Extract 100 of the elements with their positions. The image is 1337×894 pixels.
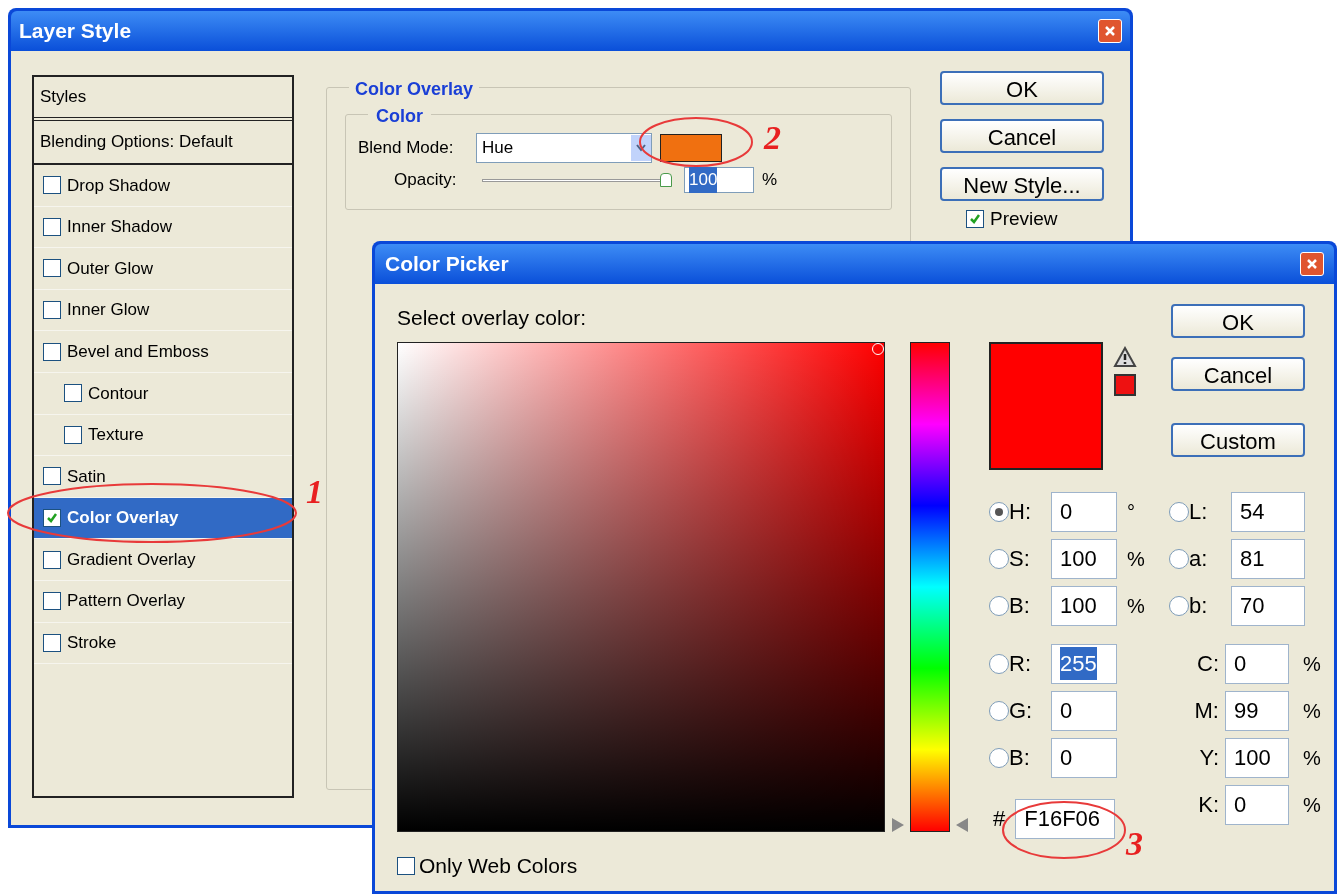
field-label: Blend Mode: [358, 137, 455, 160]
style-list-item[interactable]: Satin [34, 456, 292, 498]
slider-thumb[interactable] [660, 173, 672, 187]
field-label: Opacity: [394, 169, 458, 192]
field-label: Y: [1198, 744, 1220, 772]
checkbox[interactable] [43, 509, 61, 528]
checkbox[interactable] [43, 176, 61, 195]
hex-field[interactable]: F16F06 [1015, 798, 1116, 839]
unit-label: % [1303, 651, 1321, 677]
close-button[interactable] [1098, 19, 1122, 43]
radio-button[interactable] [989, 501, 1009, 522]
opacity-field[interactable]: 100 [684, 167, 754, 193]
radio-button[interactable] [989, 653, 1009, 674]
checkbox[interactable] [43, 550, 61, 569]
style-label: Bevel and Emboss [67, 340, 209, 363]
gamut-color-swatch[interactable] [1114, 374, 1136, 396]
unit-label: % [1303, 792, 1321, 818]
style-list-item[interactable]: Inner Glow [34, 289, 292, 332]
blend-mode-dropdown[interactable]: Hue [476, 133, 652, 163]
checkbox[interactable] [43, 259, 61, 278]
unit-label: ° [1127, 499, 1136, 525]
value-field[interactable]: 0 [1051, 690, 1117, 731]
checkbox-label: Only Web Colors [419, 853, 578, 879]
field-label: G: [1009, 697, 1034, 725]
slider-handle[interactable] [892, 818, 968, 832]
field-label: a: [1189, 545, 1209, 573]
annotation-number: 1 [306, 472, 323, 512]
checkmark-icon [46, 512, 58, 525]
checkbox[interactable] [43, 217, 61, 236]
style-list-item[interactable]: Inner Shadow [34, 206, 292, 249]
style-label: Gradient Overlay [67, 548, 196, 571]
window-title: Color Picker [385, 251, 509, 278]
value-field[interactable]: 100 [1051, 538, 1117, 579]
dialog-button[interactable]: Cancel [940, 119, 1104, 153]
value-field[interactable]: 255 [1051, 643, 1117, 684]
checkbox[interactable] [64, 384, 82, 403]
radio-button[interactable] [989, 747, 1009, 768]
checkbox[interactable] [64, 425, 82, 444]
checkbox[interactable] [43, 592, 61, 611]
color-field[interactable] [397, 342, 885, 832]
style-list-item[interactable]: Outer Glow [34, 248, 292, 290]
radio-button[interactable] [989, 548, 1009, 569]
list-header: Blending Options: Default [34, 121, 292, 165]
warning-icon [1113, 346, 1137, 368]
checkbox[interactable] [43, 633, 61, 652]
style-list-item[interactable]: Drop Shadow [34, 165, 292, 207]
checkbox[interactable] [43, 467, 61, 486]
field-label: B: [1009, 592, 1031, 620]
dialog-button[interactable]: OK [940, 71, 1104, 105]
dialog-button[interactable]: Cancel [1171, 357, 1305, 391]
style-label: Inner Shadow [67, 216, 172, 239]
field-label: C: [1196, 650, 1220, 678]
style-label: Drop Shadow [67, 174, 170, 197]
field-label: R: [1009, 650, 1032, 678]
close-icon [1306, 258, 1318, 270]
value-field[interactable]: 54 [1231, 491, 1305, 532]
unit-label: % [1127, 546, 1146, 572]
close-button[interactable] [1300, 252, 1324, 276]
annotation-number: 3 [1126, 824, 1143, 864]
opacity-slider[interactable] [482, 173, 672, 187]
style-label: Contour [88, 382, 149, 405]
unit-label: % [1127, 593, 1146, 619]
checkbox[interactable] [966, 210, 984, 229]
dialog-button[interactable]: Custom [1171, 423, 1305, 457]
hue-slider[interactable] [892, 342, 968, 832]
field-label: S: [1009, 545, 1031, 573]
window-title: Layer Style [19, 18, 132, 45]
value-field[interactable]: 100 [1225, 737, 1289, 778]
style-label: Stroke [67, 632, 117, 655]
style-list-item[interactable]: Color Overlay [34, 497, 292, 540]
checkbox[interactable] [43, 301, 61, 320]
radio-button[interactable] [989, 700, 1009, 721]
radio-button[interactable] [1169, 595, 1189, 616]
value-field[interactable]: 0 [1051, 737, 1117, 778]
value-field[interactable]: 70 [1231, 585, 1305, 626]
radio-button[interactable] [989, 595, 1009, 616]
value-field[interactable]: 0 [1051, 491, 1117, 532]
checkbox[interactable] [43, 342, 61, 361]
style-list-item[interactable]: Contour [34, 372, 292, 415]
unit-label: % [762, 169, 778, 192]
style-list-item[interactable]: Bevel and Emboss [34, 331, 292, 373]
value-field[interactable]: 0 [1225, 784, 1289, 825]
value-field[interactable]: 99 [1225, 690, 1289, 731]
style-label: Color Overlay [67, 507, 179, 530]
radio-button[interactable] [1169, 501, 1189, 522]
field-label: # [993, 805, 1006, 833]
color-swatch[interactable] [660, 134, 722, 162]
style-list-item[interactable]: Gradient Overlay [34, 539, 292, 581]
value-field[interactable]: 0 [1225, 643, 1289, 684]
value-field[interactable]: 100 [1051, 585, 1117, 626]
style-list-item[interactable]: Stroke [34, 622, 292, 665]
dialog-button[interactable]: OK [1171, 304, 1305, 338]
checkbox[interactable] [397, 856, 415, 875]
style-label: Texture [88, 424, 144, 447]
style-list-item[interactable]: Pattern Overlay [34, 580, 292, 623]
field-label: M: [1193, 697, 1220, 725]
dialog-button[interactable]: New Style... [940, 167, 1104, 201]
value-field[interactable]: 81 [1231, 538, 1305, 579]
style-list-item[interactable]: Texture [34, 414, 292, 457]
radio-button[interactable] [1169, 548, 1189, 569]
